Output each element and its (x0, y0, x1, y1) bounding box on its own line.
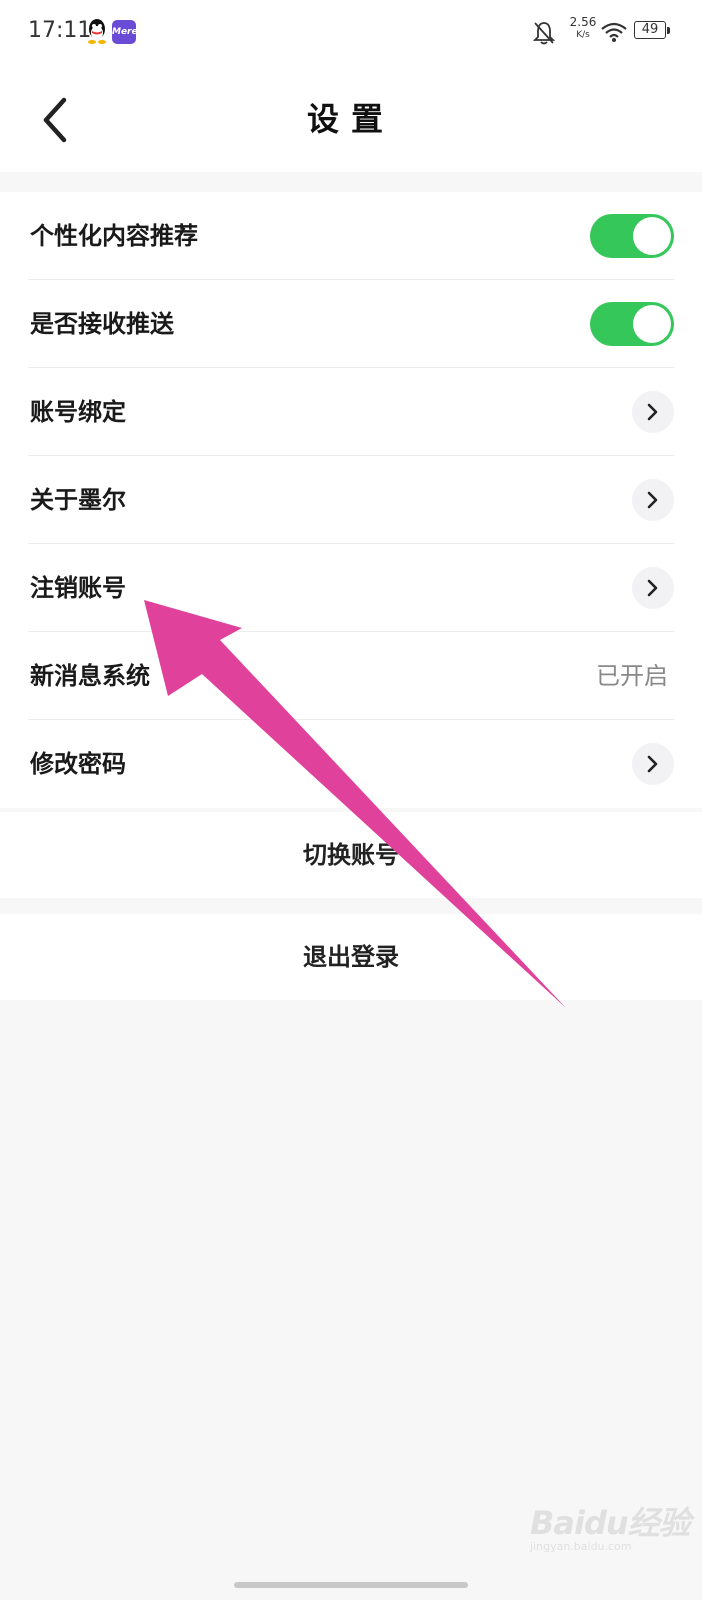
qq-icon (88, 19, 106, 44)
setting-change-password[interactable]: 修改密码 (28, 720, 674, 808)
receive-push-toggle[interactable] (590, 302, 674, 346)
setting-label: 新消息系统 (30, 662, 150, 690)
status-bar: 17:11 Mere 2.56 K/s 49 (0, 0, 702, 64)
setting-receive-push[interactable]: 是否接收推送 (28, 280, 674, 368)
baidu-watermark: Baidu经验 jingyan.baidu.com (530, 1498, 691, 1558)
toggle-knob (633, 217, 671, 255)
setting-about-moer[interactable]: 关于墨尔 (28, 456, 674, 544)
setting-label: 是否接收推送 (30, 310, 174, 338)
status-time: 17:11 (28, 18, 92, 43)
battery-level: 49 (634, 21, 666, 39)
setting-label: 修改密码 (30, 750, 126, 778)
setting-account-binding[interactable]: 账号绑定 (28, 368, 674, 456)
network-speed-value: 2.56 (569, 15, 597, 29)
battery-indicator: 49 (634, 21, 670, 41)
mere-app-icon: Mere (112, 20, 138, 44)
chevron-right-icon (632, 567, 674, 609)
setting-personalized-recommend[interactable]: 个性化内容推荐 (28, 192, 674, 280)
page-title: 设置 (306, 100, 395, 138)
nav-header: 设置 (0, 64, 702, 172)
setting-cancel-account[interactable]: 注销账号 (28, 544, 674, 632)
chevron-right-icon (632, 391, 674, 433)
setting-value: 已开启 (596, 662, 668, 690)
setting-label: 关于墨尔 (30, 486, 126, 514)
settings-group-main: 个性化内容推荐 是否接收推送 账号绑定 关于墨尔 注销账号 新消息系统 已开启 … (0, 192, 702, 808)
personalized-recommend-toggle[interactable] (590, 214, 674, 258)
battery-nub (667, 27, 670, 34)
setting-new-message-system[interactable]: 新消息系统 已开启 (28, 632, 674, 720)
setting-label: 个性化内容推荐 (30, 222, 198, 250)
toggle-knob (633, 305, 671, 343)
setting-label: 注销账号 (30, 574, 126, 602)
wifi-icon (601, 22, 627, 42)
chevron-right-icon (632, 479, 674, 521)
home-indicator[interactable] (234, 1582, 468, 1588)
bell-muted-icon (532, 22, 556, 45)
watermark-logo: Baidu经验 (530, 1504, 691, 1542)
network-speed-unit: K/s (576, 30, 590, 40)
chevron-right-icon (632, 743, 674, 785)
network-speed: 2.56 K/s (566, 16, 600, 40)
setting-label: 账号绑定 (30, 398, 126, 426)
switch-account-button[interactable]: 切换账号 (0, 812, 702, 898)
logout-button[interactable]: 退出登录 (0, 914, 702, 1000)
